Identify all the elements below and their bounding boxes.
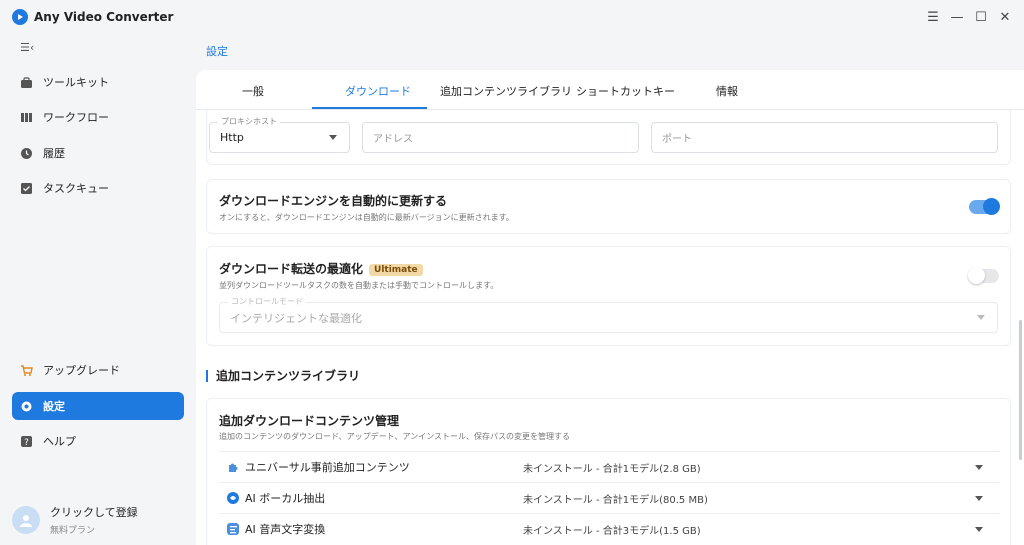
- library-row-status: 未インストール - 合計3モデル(1.5 GB): [523, 525, 701, 537]
- library-row[interactable]: AI ボーカル抽出 未インストール - 合計1モデル(80.5 MB): [219, 482, 999, 513]
- vocal-icon: [227, 492, 239, 504]
- user-plan: 無料プラン: [50, 526, 96, 536]
- engine-update-toggle[interactable]: [969, 198, 1000, 215]
- avatar: [12, 506, 40, 534]
- chevron-down-icon[interactable]: [975, 465, 983, 470]
- sidebar-item-history[interactable]: 履歴: [12, 139, 184, 167]
- sidebar-item-settings[interactable]: 設定: [12, 392, 184, 420]
- gear-icon: [20, 400, 33, 413]
- sidebar-item-help[interactable]: ? ヘルプ: [12, 427, 184, 455]
- engine-update-card: ダウンロードエンジンを自動的に更新する オンにすると、ダウンロードエンジンは自動…: [206, 179, 1011, 234]
- extra-library-title: 追加ダウンロードコンテンツ管理: [219, 414, 400, 428]
- tab-general[interactable]: 一般: [242, 83, 264, 99]
- svg-text:?: ?: [24, 438, 29, 448]
- library-row-status: 未インストール - 合計1モデル(80.5 MB): [523, 494, 708, 506]
- proxy-host-select[interactable]: プロキシホスト Http: [209, 116, 350, 153]
- sidebar-item-toolkit[interactable]: ツールキット: [12, 68, 184, 96]
- extra-library-desc: 追加のコンテンツのダウンロード、アップデート、アンインストール、保存パスの変更を…: [219, 432, 571, 441]
- engine-update-title: ダウンロードエンジンを自動的に更新する: [219, 194, 448, 208]
- chevron-down-icon[interactable]: [975, 496, 983, 501]
- sidebar-item-label: ツールキット: [43, 76, 109, 89]
- library-row-status: 未インストール - 合計1モデル(2.8 GB): [523, 463, 701, 475]
- library-row-name: ユニバーサル事前追加コンテンツ: [245, 461, 410, 474]
- transfer-opt-title: ダウンロード転送の最適化 Ultimate: [219, 260, 423, 277]
- sidebar-item-workflow[interactable]: ワークフロー: [12, 103, 184, 131]
- tab-extra-library[interactable]: 追加コンテンツライブラリ: [440, 83, 572, 99]
- app-logo-icon: [12, 9, 28, 25]
- proxy-address-input[interactable]: アドレス: [362, 122, 639, 153]
- sidebar-item-label: 履歴: [43, 147, 65, 160]
- app-title: Any Video Converter: [34, 10, 174, 24]
- sidebar-item-upgrade[interactable]: アップグレード: [12, 356, 184, 384]
- chevron-down-icon[interactable]: [975, 527, 983, 532]
- sidebar-item-label: アップグレード: [43, 364, 120, 377]
- tab-download[interactable]: ダウンロード: [345, 83, 411, 99]
- title-bar: Any Video Converter ☰ — ☐ ✕: [0, 0, 1024, 34]
- cart-icon: [20, 364, 33, 377]
- user-name: クリックして登録: [50, 506, 138, 519]
- tab-info[interactable]: 情報: [716, 83, 738, 99]
- transfer-opt-toggle[interactable]: [968, 267, 999, 284]
- tab-bar: 一般 ダウンロード 追加コンテンツライブラリ ショートカットキー 情報: [196, 70, 1024, 110]
- settings-panel: 一般 ダウンロード 追加コンテンツライブラリ ショートカットキー 情報 プロキシ…: [196, 70, 1024, 545]
- proxy-address-placeholder: アドレス: [373, 134, 413, 145]
- help-icon: ?: [20, 435, 33, 448]
- transfer-optimization-card: ダウンロード転送の最適化 Ultimate 並列ダウンロードツールタスクの数を自動…: [206, 246, 1011, 346]
- chevron-down-icon: [977, 315, 985, 320]
- toolbox-icon: [20, 76, 33, 89]
- menu-icon[interactable]: ☰: [926, 8, 940, 26]
- sidebar-item-task-queue[interactable]: タスクキュー: [12, 174, 184, 202]
- library-row-name: AI ボーカル抽出: [245, 492, 326, 505]
- transcribe-icon: [227, 523, 239, 535]
- vertical-scrollbar[interactable]: [1019, 320, 1022, 460]
- engine-update-desc: オンにすると、ダウンロードエンジンは自動的に最新バージョンに更新されます。: [219, 213, 514, 222]
- control-mode-label: コントロールモード: [228, 296, 306, 307]
- user-login[interactable]: クリックして登録 無料プラン: [12, 504, 138, 536]
- proxy-card: プロキシホスト Http アドレス ポート: [206, 110, 1011, 165]
- sidebar: ☰‹ ツールキット ワークフロー 履歴 タスクキュー アップグレード 設定 ? …: [0, 34, 196, 545]
- transfer-opt-desc: 並列ダウンロードツールタスクの数を自動または手動でコントロールします。: [219, 281, 499, 290]
- sidebar-item-label: ワークフロー: [43, 111, 109, 124]
- proxy-host-label: プロキシホスト: [218, 116, 280, 127]
- task-queue-icon: [20, 182, 33, 195]
- library-row[interactable]: ユニバーサル事前追加コンテンツ 未インストール - 合計1モデル(2.8 GB): [219, 451, 999, 482]
- proxy-host-value: Http: [220, 131, 244, 144]
- puzzle-icon: [227, 461, 239, 473]
- library-row-name: AI 音声文字変換: [245, 523, 326, 536]
- close-icon[interactable]: ✕: [998, 8, 1012, 26]
- control-mode-value: インテリジェントな最適化: [230, 311, 362, 325]
- sidebar-item-label: ヘルプ: [43, 435, 76, 448]
- sidebar-item-label: タスクキュー: [43, 182, 109, 195]
- proxy-port-placeholder: ポート: [662, 134, 692, 145]
- extra-library-section-title: 追加コンテンツライブラリ: [206, 370, 360, 382]
- breadcrumb: 設定: [206, 45, 228, 58]
- chevron-down-icon: [329, 135, 337, 140]
- extra-library-card: 追加ダウンロードコンテンツ管理 追加のコンテンツのダウンロード、アップデート、ア…: [206, 398, 1011, 545]
- sidebar-item-label: 設定: [43, 400, 65, 413]
- history-icon: [20, 147, 33, 160]
- active-tab-indicator: [312, 107, 427, 109]
- library-row[interactable]: AI 音声文字変換 未インストール - 合計3モデル(1.5 GB): [219, 513, 999, 544]
- proxy-port-input[interactable]: ポート: [651, 122, 998, 153]
- maximize-icon[interactable]: ☐: [974, 8, 988, 26]
- minimize-icon[interactable]: —: [950, 8, 964, 26]
- workflow-icon: [20, 111, 33, 124]
- control-mode-select[interactable]: コントロールモード インテリジェントな最適化: [219, 296, 998, 333]
- ultimate-badge: Ultimate: [369, 263, 423, 276]
- tab-shortcuts[interactable]: ショートカットキー: [576, 83, 675, 99]
- collapse-sidebar-icon[interactable]: ☰‹: [20, 41, 34, 54]
